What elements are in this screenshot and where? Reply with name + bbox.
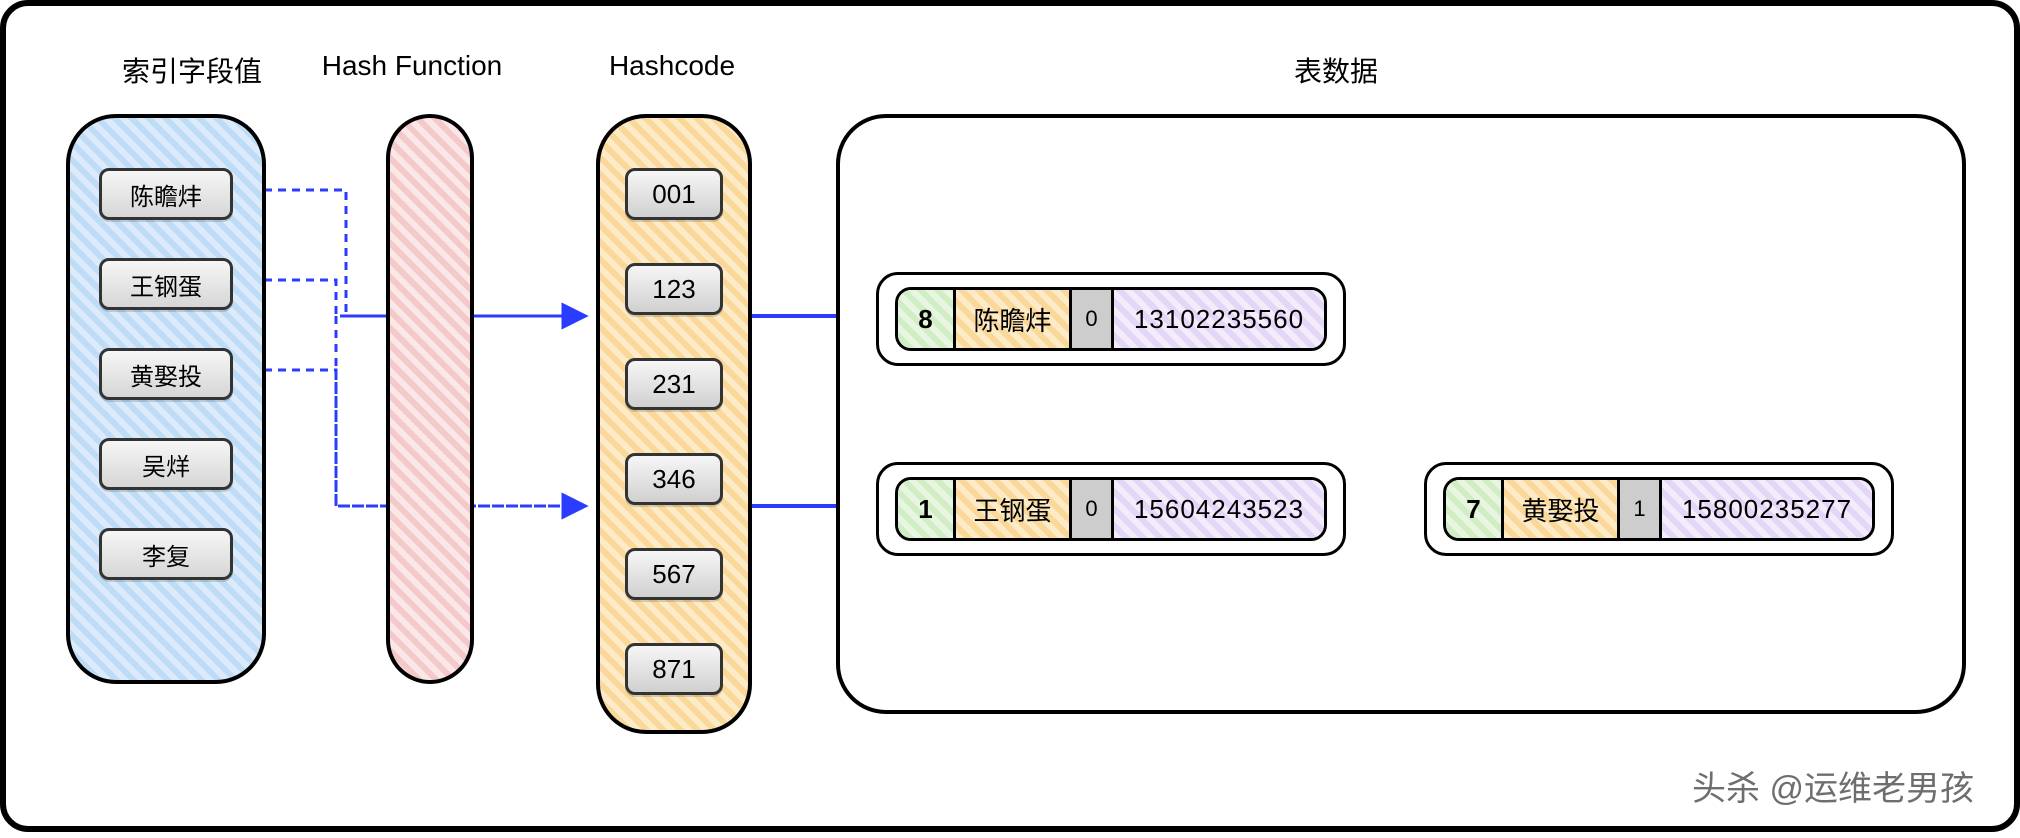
hashcode-0: 001 <box>625 168 723 220</box>
row0-name: 陈瞻炐 <box>956 290 1072 348</box>
hashcode-container: 001 123 231 346 567 871 <box>596 114 752 734</box>
index-value-1: 王钢蛋 <box>99 258 233 310</box>
hashcode-2: 231 <box>625 358 723 410</box>
hashcode-1: 123 <box>625 263 723 315</box>
hashcode-3: 346 <box>625 453 723 505</box>
bucket-346-node-2: 7 黄娶投 1 15800235277 <box>1424 462 1894 556</box>
hash-function-container <box>386 114 474 684</box>
label-hash-function: Hash Function <box>302 50 522 82</box>
row1-phone: 15604243523 <box>1114 480 1324 538</box>
row0-phone: 13102235560 <box>1114 290 1324 348</box>
index-value-4: 李复 <box>99 528 233 580</box>
row1-id: 1 <box>898 480 956 538</box>
index-value-0: 陈瞻炐 <box>99 168 233 220</box>
watermark-text: 头杀 @运维老男孩 <box>1692 761 1974 810</box>
label-table-data: 表数据 <box>1236 50 1436 90</box>
label-index-column: 索引字段值 <box>102 50 282 90</box>
row-record-2: 7 黄娶投 1 15800235277 <box>1443 477 1875 541</box>
index-values-container: 陈瞻炐 王钢蛋 黄娶投 吴烊 李复 <box>66 114 266 684</box>
row0-flag: 0 <box>1072 290 1114 348</box>
row2-id: 7 <box>1446 480 1504 538</box>
bucket-123-node: 8 陈瞻炐 0 13102235560 <box>876 272 1346 366</box>
hashcode-4: 567 <box>625 548 723 600</box>
row-record-0: 8 陈瞻炐 0 13102235560 <box>895 287 1327 351</box>
row2-phone: 15800235277 <box>1662 480 1872 538</box>
table-data-container: 8 陈瞻炐 0 13102235560 1 王钢蛋 0 15604243523 … <box>836 114 1966 714</box>
bucket-346-node-1: 1 王钢蛋 0 15604243523 <box>876 462 1346 556</box>
row-record-1: 1 王钢蛋 0 15604243523 <box>895 477 1327 541</box>
diagram-frame: 索引字段值 Hash Function Hashcode 表数据 陈瞻炐 王钢蛋… <box>0 0 2020 832</box>
index-value-2: 黄娶投 <box>99 348 233 400</box>
row1-name: 王钢蛋 <box>956 480 1072 538</box>
hashcode-5: 871 <box>625 643 723 695</box>
label-hashcode: Hashcode <box>582 50 762 82</box>
row1-flag: 0 <box>1072 480 1114 538</box>
row2-name: 黄娶投 <box>1504 480 1620 538</box>
row0-id: 8 <box>898 290 956 348</box>
index-value-3: 吴烊 <box>99 438 233 490</box>
row2-flag: 1 <box>1620 480 1662 538</box>
